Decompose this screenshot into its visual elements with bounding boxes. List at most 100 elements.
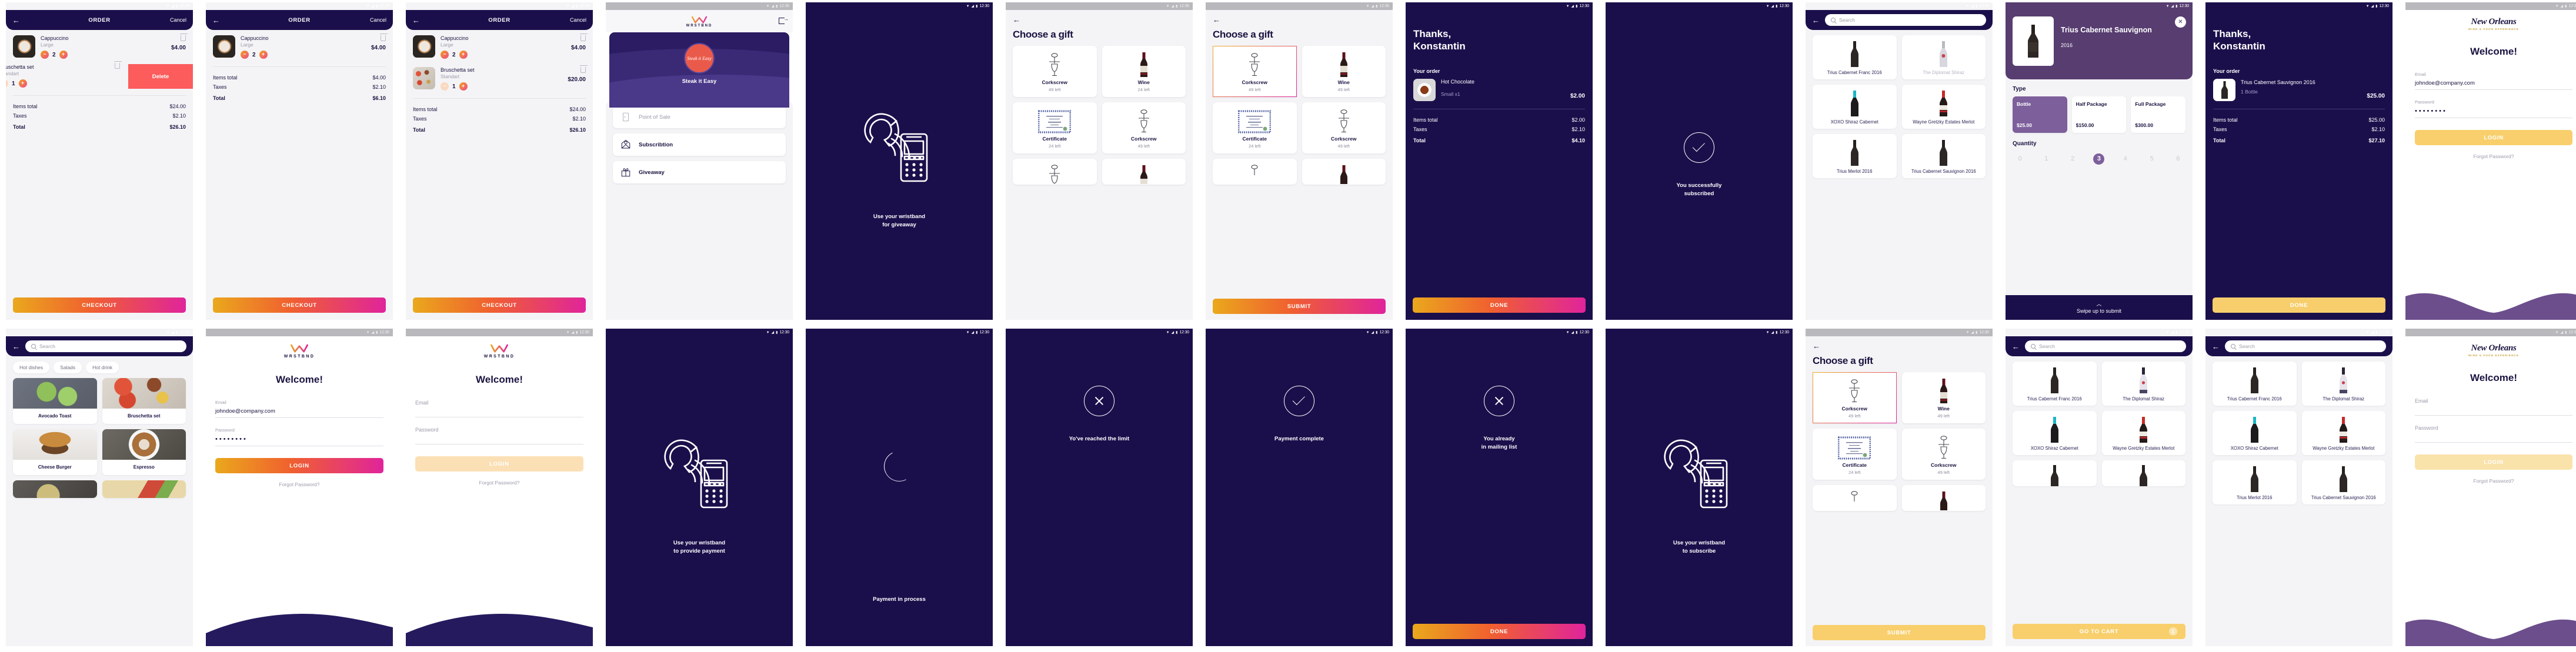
gift-card[interactable]	[1813, 485, 1897, 511]
decrease-quantity-button[interactable]: −	[41, 51, 49, 59]
gift-card[interactable]	[1013, 159, 1097, 185]
wine-card[interactable]: The Diplomat Shiraz	[1901, 35, 1986, 80]
delete-button[interactable]: Delete	[128, 64, 193, 89]
quantity-option[interactable]: 5	[2146, 153, 2157, 165]
email-field[interactable]: Email johndoe@company.com	[2415, 72, 2572, 90]
gift-card[interactable]	[1102, 159, 1186, 185]
checkout-button[interactable]: CHECKOUT	[13, 297, 186, 313]
back-arrow-icon[interactable]: ←	[1813, 342, 1820, 350]
password-field[interactable]: Password	[2415, 425, 2572, 443]
login-button[interactable]: LOGIN	[2415, 130, 2572, 145]
food-card[interactable]: Bruschetta set	[102, 378, 186, 424]
food-card[interactable]	[13, 480, 97, 498]
search-input[interactable]: Search	[1825, 14, 1986, 26]
category-chip-hot-drink[interactable]: Hot drink	[86, 362, 119, 373]
search-input[interactable]: Search	[2225, 340, 2386, 352]
increase-quantity-button[interactable]: +	[259, 51, 268, 59]
food-card[interactable]: Cheese Burger	[13, 429, 97, 475]
type-option-bottle[interactable]: Bottle $25.00	[2013, 96, 2067, 133]
login-button[interactable]: LOGIN	[215, 458, 383, 473]
increase-quantity-button[interactable]: +	[59, 51, 68, 59]
quantity-option[interactable]: 1	[2041, 153, 2052, 165]
trash-icon[interactable]	[580, 65, 588, 73]
trash-icon[interactable]	[114, 61, 122, 69]
order-item[interactable]: Bruschetta set Standart − 1 + $20.00	[413, 62, 588, 93]
trash-icon[interactable]	[380, 34, 388, 41]
done-button[interactable]: DONE	[2213, 297, 2385, 313]
login-button[interactable]: LOGIN	[415, 456, 583, 472]
gift-card[interactable]: Certificate 24 left	[1013, 102, 1097, 153]
category-chip-hot-dishes[interactable]: Hot dishes	[13, 362, 50, 373]
wine-card[interactable]: Wayne Gretzky Estates Merlot	[1901, 85, 1986, 129]
search-input[interactable]: Search	[2025, 340, 2186, 352]
food-card[interactable]	[102, 480, 186, 498]
wine-card[interactable]	[2101, 460, 2185, 487]
forgot-password-link[interactable]: Forgot Password?	[2415, 478, 2572, 484]
wine-card[interactable]: XOXO Shiraz Cabernet	[2213, 411, 2297, 456]
back-arrow-icon[interactable]: ←	[12, 343, 20, 350]
wine-card[interactable]: XOXO Shiraz Cabernet	[1813, 85, 1897, 129]
gift-card[interactable]: Wine 49 left	[1302, 46, 1386, 97]
logout-icon[interactable]	[779, 16, 789, 24]
wine-card[interactable]: The Diplomat Shiraz	[2301, 362, 2385, 406]
search-input[interactable]: Search	[25, 340, 186, 352]
wine-card[interactable]: Trius Cabernet Sauvignon 2016	[2301, 460, 2385, 505]
cancel-button[interactable]: Cancel	[170, 17, 186, 23]
forgot-password-link[interactable]: Forgot Password?	[2415, 153, 2572, 159]
quantity-option[interactable]: 2	[2067, 153, 2078, 165]
menu-item-giveaway[interactable]: Giveaway	[613, 161, 786, 183]
quantity-option[interactable]: 0	[2014, 153, 2026, 165]
food-card[interactable]: Avocado Toast	[13, 378, 97, 424]
gift-card[interactable]: Corkscrew 49 left	[1102, 102, 1186, 153]
password-field[interactable]: Password ••••••••	[215, 427, 383, 446]
gift-card[interactable]: Wine 49 left	[1901, 372, 1986, 423]
back-arrow-icon[interactable]: ←	[1812, 16, 1820, 24]
cancel-button[interactable]: Cancel	[570, 17, 586, 23]
checkout-button[interactable]: CHECKOUT	[213, 297, 386, 313]
password-field[interactable]: Password	[415, 427, 583, 444]
gift-card[interactable]: Corkscrew 49 left	[1302, 102, 1386, 153]
gift-card[interactable]: Certificate 24 left	[1213, 102, 1297, 153]
menu-item-point-of-sale[interactable]: Point of Sale	[613, 106, 786, 128]
order-item[interactable]: Cappuccino Large − 2 + $4.00	[413, 30, 588, 62]
quantity-option-selected[interactable]: 3	[2093, 153, 2105, 165]
back-arrow-icon[interactable]: ←	[2212, 343, 2220, 350]
increase-quantity-button[interactable]: +	[18, 79, 27, 88]
wine-card[interactable]: Trius Cabernet Franc 2016	[2013, 362, 2097, 406]
wine-card[interactable]: Trius Cabernet Franc 2016	[2213, 362, 2297, 406]
increase-quantity-button[interactable]: +	[459, 51, 468, 59]
quantity-picker[interactable]: 0 1 2 3 4 5 6	[2013, 151, 2185, 165]
trash-icon[interactable]	[580, 34, 588, 41]
checkout-button[interactable]: CHECKOUT	[413, 297, 586, 313]
forgot-password-link[interactable]: Forgot Password?	[215, 482, 383, 487]
menu-item-subscription[interactable]: Subscribtion	[613, 133, 786, 156]
submit-button[interactable]: SUBMIT	[1213, 299, 1386, 314]
back-arrow-icon[interactable]: ←	[2012, 343, 2020, 350]
wine-card[interactable]: Trius Cabernet Sauvignon 2016	[1901, 134, 1986, 179]
login-button[interactable]: LOGIN	[2415, 454, 2572, 470]
wine-card[interactable]: Trius Merlot 2016	[2213, 460, 2297, 505]
gift-card[interactable]	[1901, 485, 1986, 511]
cancel-button[interactable]: Cancel	[370, 17, 386, 23]
go-to-cart-button[interactable]: GO TO CART 1	[2013, 624, 2185, 639]
wine-card[interactable]: The Diplomat Shiraz	[2101, 362, 2185, 406]
done-button[interactable]: DONE	[1413, 624, 1586, 639]
order-item[interactable]: Bruschetta set Standart − 1 + $20.00 Del…	[6, 61, 193, 91]
wine-card[interactable]: Wayne Gretzky Estates Merlot	[2301, 411, 2385, 456]
order-item[interactable]: Cappuccino Large − 2 + $4.00	[213, 30, 388, 62]
password-field[interactable]: Password ••••••••	[2415, 99, 2572, 118]
gift-card-selected[interactable]: Corkscrew 49 left	[1813, 372, 1897, 423]
close-icon[interactable]: ✕	[2175, 16, 2186, 28]
increase-quantity-button[interactable]: +	[459, 82, 468, 91]
gift-card[interactable]: Corkscrew 49 left	[1013, 46, 1097, 97]
gift-card[interactable]: Wine 24 left	[1102, 46, 1186, 97]
decrease-quantity-button[interactable]: −	[441, 51, 449, 59]
submit-button[interactable]: SUBMIT	[1813, 625, 1986, 640]
wine-card[interactable]	[2013, 460, 2097, 487]
done-button[interactable]: DONE	[1413, 297, 1586, 313]
gift-card[interactable]: Corkscrew 49 left	[1901, 429, 1986, 480]
swipe-up-to-submit[interactable]: ︿ Swipe up to submit	[2006, 295, 2193, 320]
decrease-quantity-button[interactable]: −	[441, 82, 449, 91]
type-option-full-package[interactable]: Full Package $300.00	[2131, 96, 2186, 133]
quantity-option[interactable]: 6	[2173, 153, 2184, 165]
